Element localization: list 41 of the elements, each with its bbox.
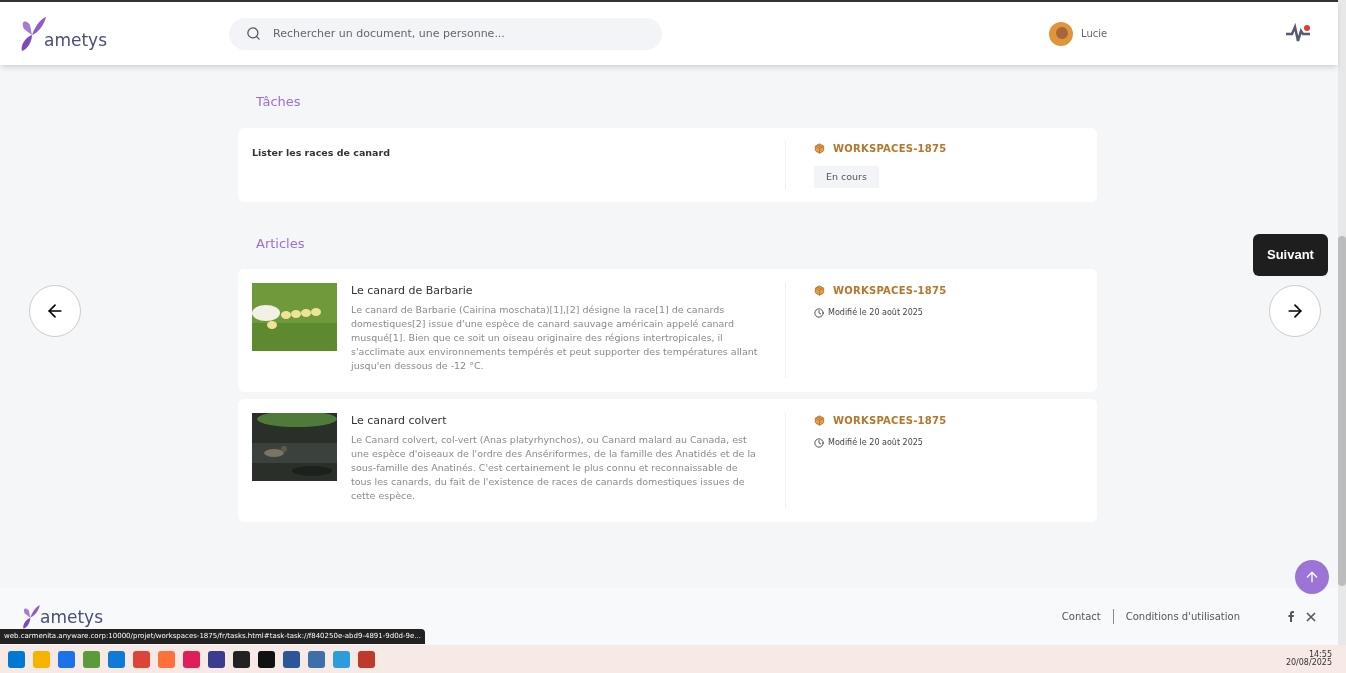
modified-date: Modifié le 20 août 2025 [828,307,923,319]
modified-date: Modifié le 20 août 2025 [828,437,923,449]
next-button[interactable] [1269,285,1321,337]
footer-link[interactable]: Contact [1049,609,1113,624]
article-card[interactable] [238,399,1097,522]
logo-text: ametys [40,608,104,626]
taskbar-app-icon[interactable] [258,650,275,668]
task-card[interactable]: Lister les races de canard WORKSPACES-1875 En cours [238,127,1097,202]
taskbar-app-icon[interactable] [283,650,300,668]
article-summary: Le canard de Barbarie (Cairina moschata)[1],[2] désigne la race[1] de canards domestiques[2] issue d'une espèce de canard sauvage américain appelé canard musqué[1]. Bien que ce soit un oiseau originaire des régions intertropicales, il s'acclimate aux environnements tempérés et peut supporter des températures allant jusqu'en dessous de -12 °C. [351,302,759,373]
x-icon[interactable] [1306,611,1316,622]
logo-text: ametys [44,31,108,49]
avatar[interactable] [1049,21,1073,46]
workspace-link[interactable]: WORKSPACES-1875 [833,413,947,428]
tooltip: Suivant [1253,234,1328,276]
clock-time: 14:55 [1308,651,1332,659]
search-field[interactable]: Rechercher un document, une personne... [229,17,662,50]
previous-button[interactable] [29,285,81,337]
footer-link[interactable]: Conditions d'utilisation [1112,609,1252,624]
user-name[interactable]: Lucie [1081,26,1108,41]
taskbar-app-icon[interactable] [233,650,250,668]
cube-icon [814,415,825,426]
workspace-link[interactable]: WORKSPACES-1875 [833,140,947,156]
clock-icon [814,308,824,318]
cube-icon [814,285,825,296]
section-title: Articles [256,234,306,253]
section-title: Tâches [256,93,302,111]
clock-date: 20/08/2025 [1285,659,1332,667]
facebook-icon[interactable] [1288,611,1294,622]
status-badge: En cours [814,165,879,188]
article-summary: Le Canard colvert, col-vert (Anas platyrhynchos), ou Canard malard au Canada, est une espèce d'oiseaux de l'ordre des Ansériformes, de la famille des Anatidés et de la sous-famille des Anatinés. C'est certainement le plus connu et reconnaissable de tous les canards, du fait de l'existence de races de canards domestiques issues de cette espèce. [351,432,757,503]
article-title[interactable]: Le canard de Barbarie [351,283,761,300]
cube-icon [814,142,825,154]
workspace-link[interactable]: WORKSPACES-1875 [833,283,947,298]
clock-icon [814,438,824,448]
taskbar-app-icon[interactable] [208,650,225,668]
search-icon [246,25,261,41]
scroll-top-button[interactable] [1295,560,1329,594]
task-title: Lister les races de canard [252,145,391,160]
article-title[interactable]: Le canard colvert [351,413,761,430]
scrollbar[interactable] [1338,0,1346,645]
